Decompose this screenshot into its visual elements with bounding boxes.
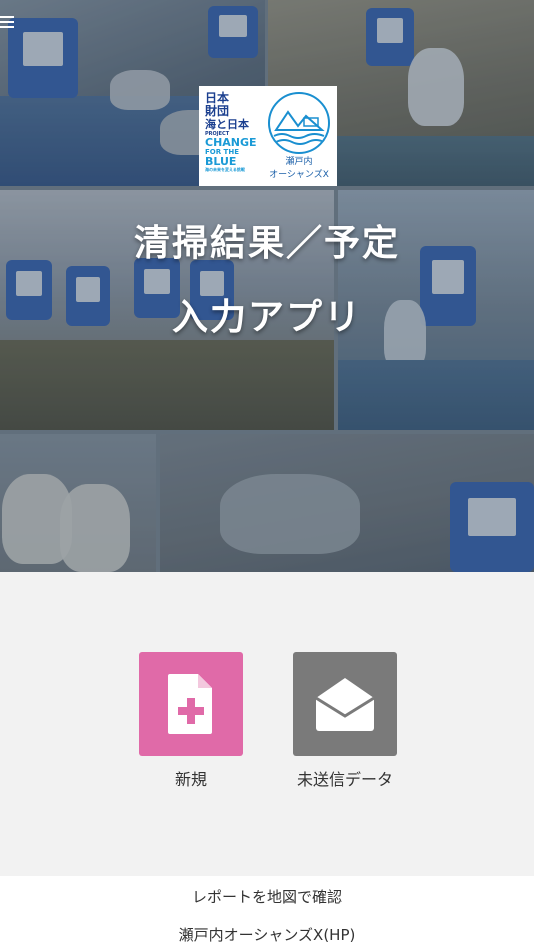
new-report-button[interactable]: 新規	[139, 652, 243, 790]
app-title-line2: 入力アプリ	[171, 297, 362, 338]
partner-logos: 日本 財団 海と日本 PROJECT CHANGE FOR THE BLUE 海…	[199, 86, 337, 186]
setouchi-emblem-icon	[268, 92, 330, 154]
hero-banner: 日本 財団 海と日本 PROJECT CHANGE FOR THE BLUE 海…	[0, 0, 534, 572]
setouchi-hp-link[interactable]: 瀬戸内オーシャンズX(HP)	[0, 924, 534, 945]
unsent-button-label: 未送信データ	[296, 770, 393, 789]
new-button-tile[interactable]	[139, 652, 243, 756]
app-title-line1: 清掃結果／予定	[133, 223, 400, 264]
new-document-plus-icon	[168, 674, 212, 734]
hamburger-menu-icon[interactable]	[0, 16, 14, 28]
envelope-open-icon	[315, 678, 375, 731]
setouchi-oceans-x-logo: 瀬戸内 オーシャンズX	[265, 92, 333, 180]
logo-text: 海の未来を変える挑戦	[205, 167, 245, 172]
logo-text: 海と日本	[205, 118, 249, 131]
logo-text: 瀬戸内	[285, 157, 313, 167]
action-buttons: 新規 未送信データ	[0, 652, 534, 792]
logo-text: CHANGE	[205, 136, 257, 149]
footer-links: レポートを地図で確認 瀬戸内オーシャンズX(HP)	[0, 876, 534, 950]
new-button-label: 新規	[174, 770, 207, 789]
unsent-data-button[interactable]: 未送信データ	[293, 652, 397, 790]
nippon-foundation-logo: 日本 財団 海と日本 PROJECT CHANGE FOR THE BLUE 海…	[205, 92, 259, 173]
map-report-link[interactable]: レポートを地図で確認	[0, 886, 534, 907]
logo-text: 財団	[205, 104, 230, 118]
logo-text: BLUE	[205, 155, 237, 168]
unsent-button-tile[interactable]	[293, 652, 397, 756]
logo-text: オーシャンズX	[269, 170, 329, 180]
